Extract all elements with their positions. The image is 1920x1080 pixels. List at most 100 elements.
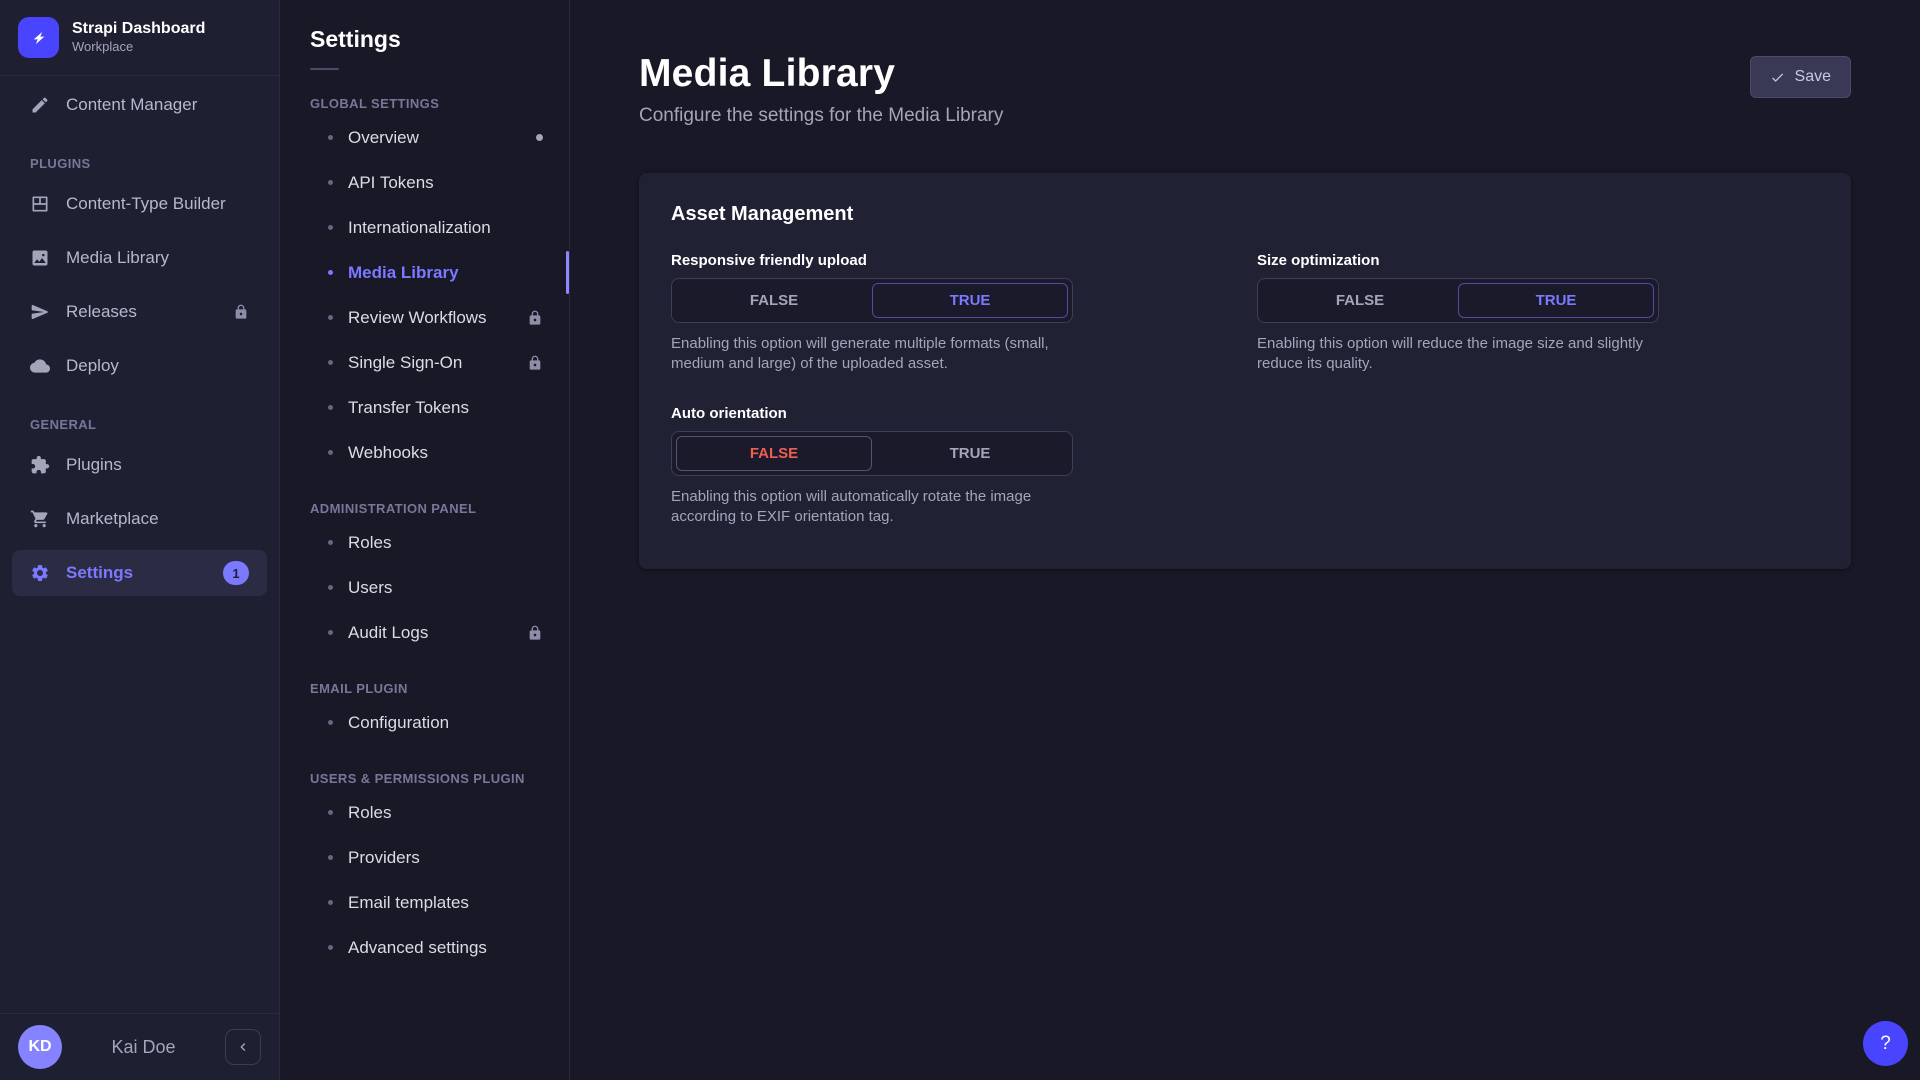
settings-item-single-sign-on[interactable]: Single Sign-On (280, 340, 569, 385)
lock-icon (233, 304, 249, 320)
toggle-option-false[interactable]: FALSE (676, 436, 872, 471)
bullet-icon (328, 630, 333, 635)
section-label-email-plugin: EMAIL PLUGIN (280, 681, 569, 696)
sidebar-item-label: Releases (66, 302, 137, 322)
users-permissions-items: Roles Providers Email templates Advanced… (280, 790, 569, 970)
settings-nav-title: Settings (280, 26, 569, 53)
primary-sidebar: Strapi Dashboard Workplace Content Manag… (0, 0, 280, 1080)
sidebar-item-marketplace[interactable]: Marketplace (12, 496, 267, 542)
page-header-text: Media Library Configure the settings for… (639, 52, 1003, 127)
settings-item-label: Advanced settings (348, 938, 487, 958)
bullet-icon (328, 585, 333, 590)
toggle-option-true[interactable]: TRUE (872, 436, 1068, 471)
bullet-icon (328, 135, 333, 140)
bullet-icon (328, 540, 333, 545)
settings-item-label: Overview (348, 128, 419, 148)
sidebar-item-content-manager[interactable]: Content Manager (12, 82, 267, 128)
settings-item-providers[interactable]: Providers (280, 835, 569, 880)
check-icon (1770, 70, 1785, 85)
settings-item-internationalization[interactable]: Internationalization (280, 205, 569, 250)
lock-icon (527, 625, 543, 641)
bullet-icon (328, 720, 333, 725)
fields-grid: Responsive friendly upload FALSE TRUE En… (671, 252, 1819, 527)
settings-item-admin-users[interactable]: Users (280, 565, 569, 610)
settings-item-transfer-tokens[interactable]: Transfer Tokens (280, 385, 569, 430)
sidebar-item-settings[interactable]: Settings 1 (12, 550, 267, 596)
cart-icon (30, 509, 50, 529)
lock-icon (527, 355, 543, 371)
email-plugin-items: Configuration (280, 700, 569, 745)
title-underline (310, 68, 339, 70)
settings-item-label: Configuration (348, 713, 449, 733)
settings-item-webhooks[interactable]: Webhooks (280, 430, 569, 475)
auto-orientation-toggle: FALSE TRUE (671, 431, 1073, 476)
settings-item-email-configuration[interactable]: Configuration (280, 700, 569, 745)
field-label: Size optimization (1257, 252, 1659, 269)
settings-item-label: Single Sign-On (348, 353, 462, 373)
help-button[interactable]: ? (1863, 1021, 1908, 1066)
settings-item-label: Internationalization (348, 218, 491, 238)
field-hint: Enabling this option will reduce the ima… (1257, 334, 1669, 375)
settings-item-label: Media Library (348, 263, 459, 283)
primary-nav: Content Manager PLUGINS Content-Type Bui… (0, 76, 279, 604)
sidebar-item-label: Content Manager (66, 95, 197, 115)
toggle-option-true[interactable]: TRUE (872, 283, 1068, 318)
paper-plane-icon (30, 302, 50, 322)
layout-grid-icon (30, 194, 50, 214)
settings-item-review-workflows[interactable]: Review Workflows (280, 295, 569, 340)
settings-item-admin-roles[interactable]: Roles (280, 520, 569, 565)
settings-item-audit-logs[interactable]: Audit Logs (280, 610, 569, 655)
section-label-users-permissions-plugin: USERS & PERMISSIONS PLUGIN (280, 771, 569, 786)
settings-item-media-library[interactable]: Media Library (280, 250, 569, 295)
bullet-icon (328, 810, 333, 815)
save-button[interactable]: Save (1750, 56, 1851, 98)
notification-count-badge: 1 (223, 561, 249, 585)
toggle-option-false[interactable]: FALSE (676, 283, 872, 318)
settings-item-email-templates[interactable]: Email templates (280, 880, 569, 925)
toggle-option-false[interactable]: FALSE (1262, 283, 1458, 318)
section-label-global-settings: GLOBAL SETTINGS (280, 96, 569, 111)
collapse-sidebar-button[interactable] (225, 1029, 261, 1065)
cloud-icon (30, 356, 50, 376)
settings-item-label: Users (348, 578, 392, 598)
size-optimization-toggle: FALSE TRUE (1257, 278, 1659, 323)
page-header: Media Library Configure the settings for… (639, 0, 1851, 127)
settings-nav: Settings GLOBAL SETTINGS Overview API To… (280, 0, 570, 1080)
settings-item-label: Transfer Tokens (348, 398, 469, 418)
field-size-optimization: Size optimization FALSE TRUE Enabling th… (1257, 252, 1659, 375)
settings-item-up-roles[interactable]: Roles (280, 790, 569, 835)
toggle-option-true[interactable]: TRUE (1458, 283, 1654, 318)
sidebar-item-plugins[interactable]: Plugins (12, 442, 267, 488)
settings-item-overview[interactable]: Overview (280, 115, 569, 160)
card-title: Asset Management (671, 203, 1819, 226)
settings-item-api-tokens[interactable]: API Tokens (280, 160, 569, 205)
sidebar-item-media-library[interactable]: Media Library (12, 235, 267, 281)
brand-text: Strapi Dashboard Workplace (72, 19, 205, 55)
field-label: Responsive friendly upload (671, 252, 1073, 269)
administration-panel-items: Roles Users Audit Logs (280, 520, 569, 655)
sidebar-item-content-type-builder[interactable]: Content-Type Builder (12, 181, 267, 227)
settings-item-label: Roles (348, 533, 391, 553)
sidebar-item-releases[interactable]: Releases (12, 289, 267, 335)
workplace-label: Workplace (72, 39, 205, 55)
settings-item-advanced-settings[interactable]: Advanced settings (280, 925, 569, 970)
sidebar-item-label: Deploy (66, 356, 119, 376)
sidebar-item-label: Marketplace (66, 509, 159, 529)
bullet-icon (328, 225, 333, 230)
global-settings-items: Overview API Tokens Internationalization… (280, 115, 569, 475)
bullet-icon (328, 405, 333, 410)
sidebar-item-label: Settings (66, 563, 133, 583)
save-button-label: Save (1795, 68, 1831, 86)
bullet-icon (328, 900, 333, 905)
responsive-friendly-upload-toggle: FALSE TRUE (671, 278, 1073, 323)
page-subtitle: Configure the settings for the Media Lib… (639, 105, 1003, 127)
settings-item-label: API Tokens (348, 173, 434, 193)
user-name: Kai Doe (62, 1037, 225, 1058)
settings-item-label: Email templates (348, 893, 469, 913)
lock-icon (527, 310, 543, 326)
avatar[interactable]: KD (18, 1025, 62, 1069)
field-label: Auto orientation (671, 405, 1073, 422)
bullet-icon (328, 180, 333, 185)
section-label-general: GENERAL (12, 397, 267, 442)
sidebar-item-deploy[interactable]: Deploy (12, 343, 267, 389)
